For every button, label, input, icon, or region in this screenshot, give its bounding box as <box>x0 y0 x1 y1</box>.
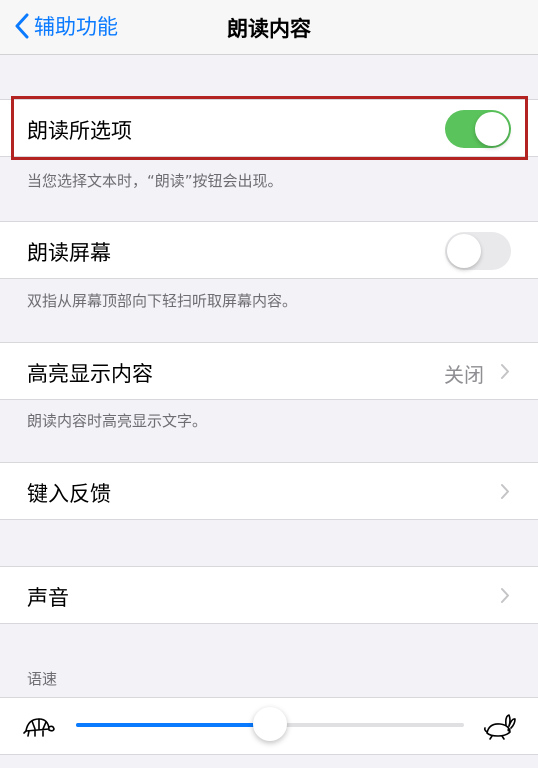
chevron-right-icon <box>501 484 509 499</box>
speak-screen-toggle[interactable] <box>445 232 511 270</box>
speak-screen-row: 朗读屏幕 <box>0 221 538 279</box>
typing-feedback-label: 键入反馈 <box>27 482 111 506</box>
toggle-knob <box>447 234 481 268</box>
speaking-rate-row <box>0 697 538 755</box>
voices-label: 声音 <box>27 586 69 610</box>
voices-row[interactable]: 声音 <box>0 566 538 624</box>
highlight-annotation-box <box>11 96 528 160</box>
highlight-content-footnote: 朗读内容时高亮显示文字。 <box>27 412 208 430</box>
speak-selection-footnote: 当您选择文本时，“朗读”按钮会出现。 <box>27 172 283 190</box>
chevron-right-icon <box>501 364 509 379</box>
slider-fill <box>76 723 270 727</box>
hare-icon <box>483 714 516 740</box>
speaking-rate-header: 语速 <box>27 670 58 688</box>
turtle-icon <box>23 718 55 737</box>
speaking-rate-slider[interactable] <box>76 707 464 741</box>
navigation-bar: 辅助功能 朗读内容 <box>0 0 538 55</box>
highlight-content-row[interactable]: 高亮显示内容 关闭 <box>0 342 538 400</box>
slider-thumb[interactable] <box>253 707 287 741</box>
chevron-right-icon <box>501 588 509 603</box>
highlight-content-label: 高亮显示内容 <box>27 362 153 386</box>
speak-screen-label: 朗读屏幕 <box>27 241 111 265</box>
speak-screen-footnote: 双指从屏幕顶部向下轻扫听取屏幕内容。 <box>27 292 298 310</box>
highlight-content-value: 关闭 <box>444 363 484 387</box>
page-title: 朗读内容 <box>227 17 311 41</box>
typing-feedback-row[interactable]: 键入反馈 <box>0 462 538 520</box>
